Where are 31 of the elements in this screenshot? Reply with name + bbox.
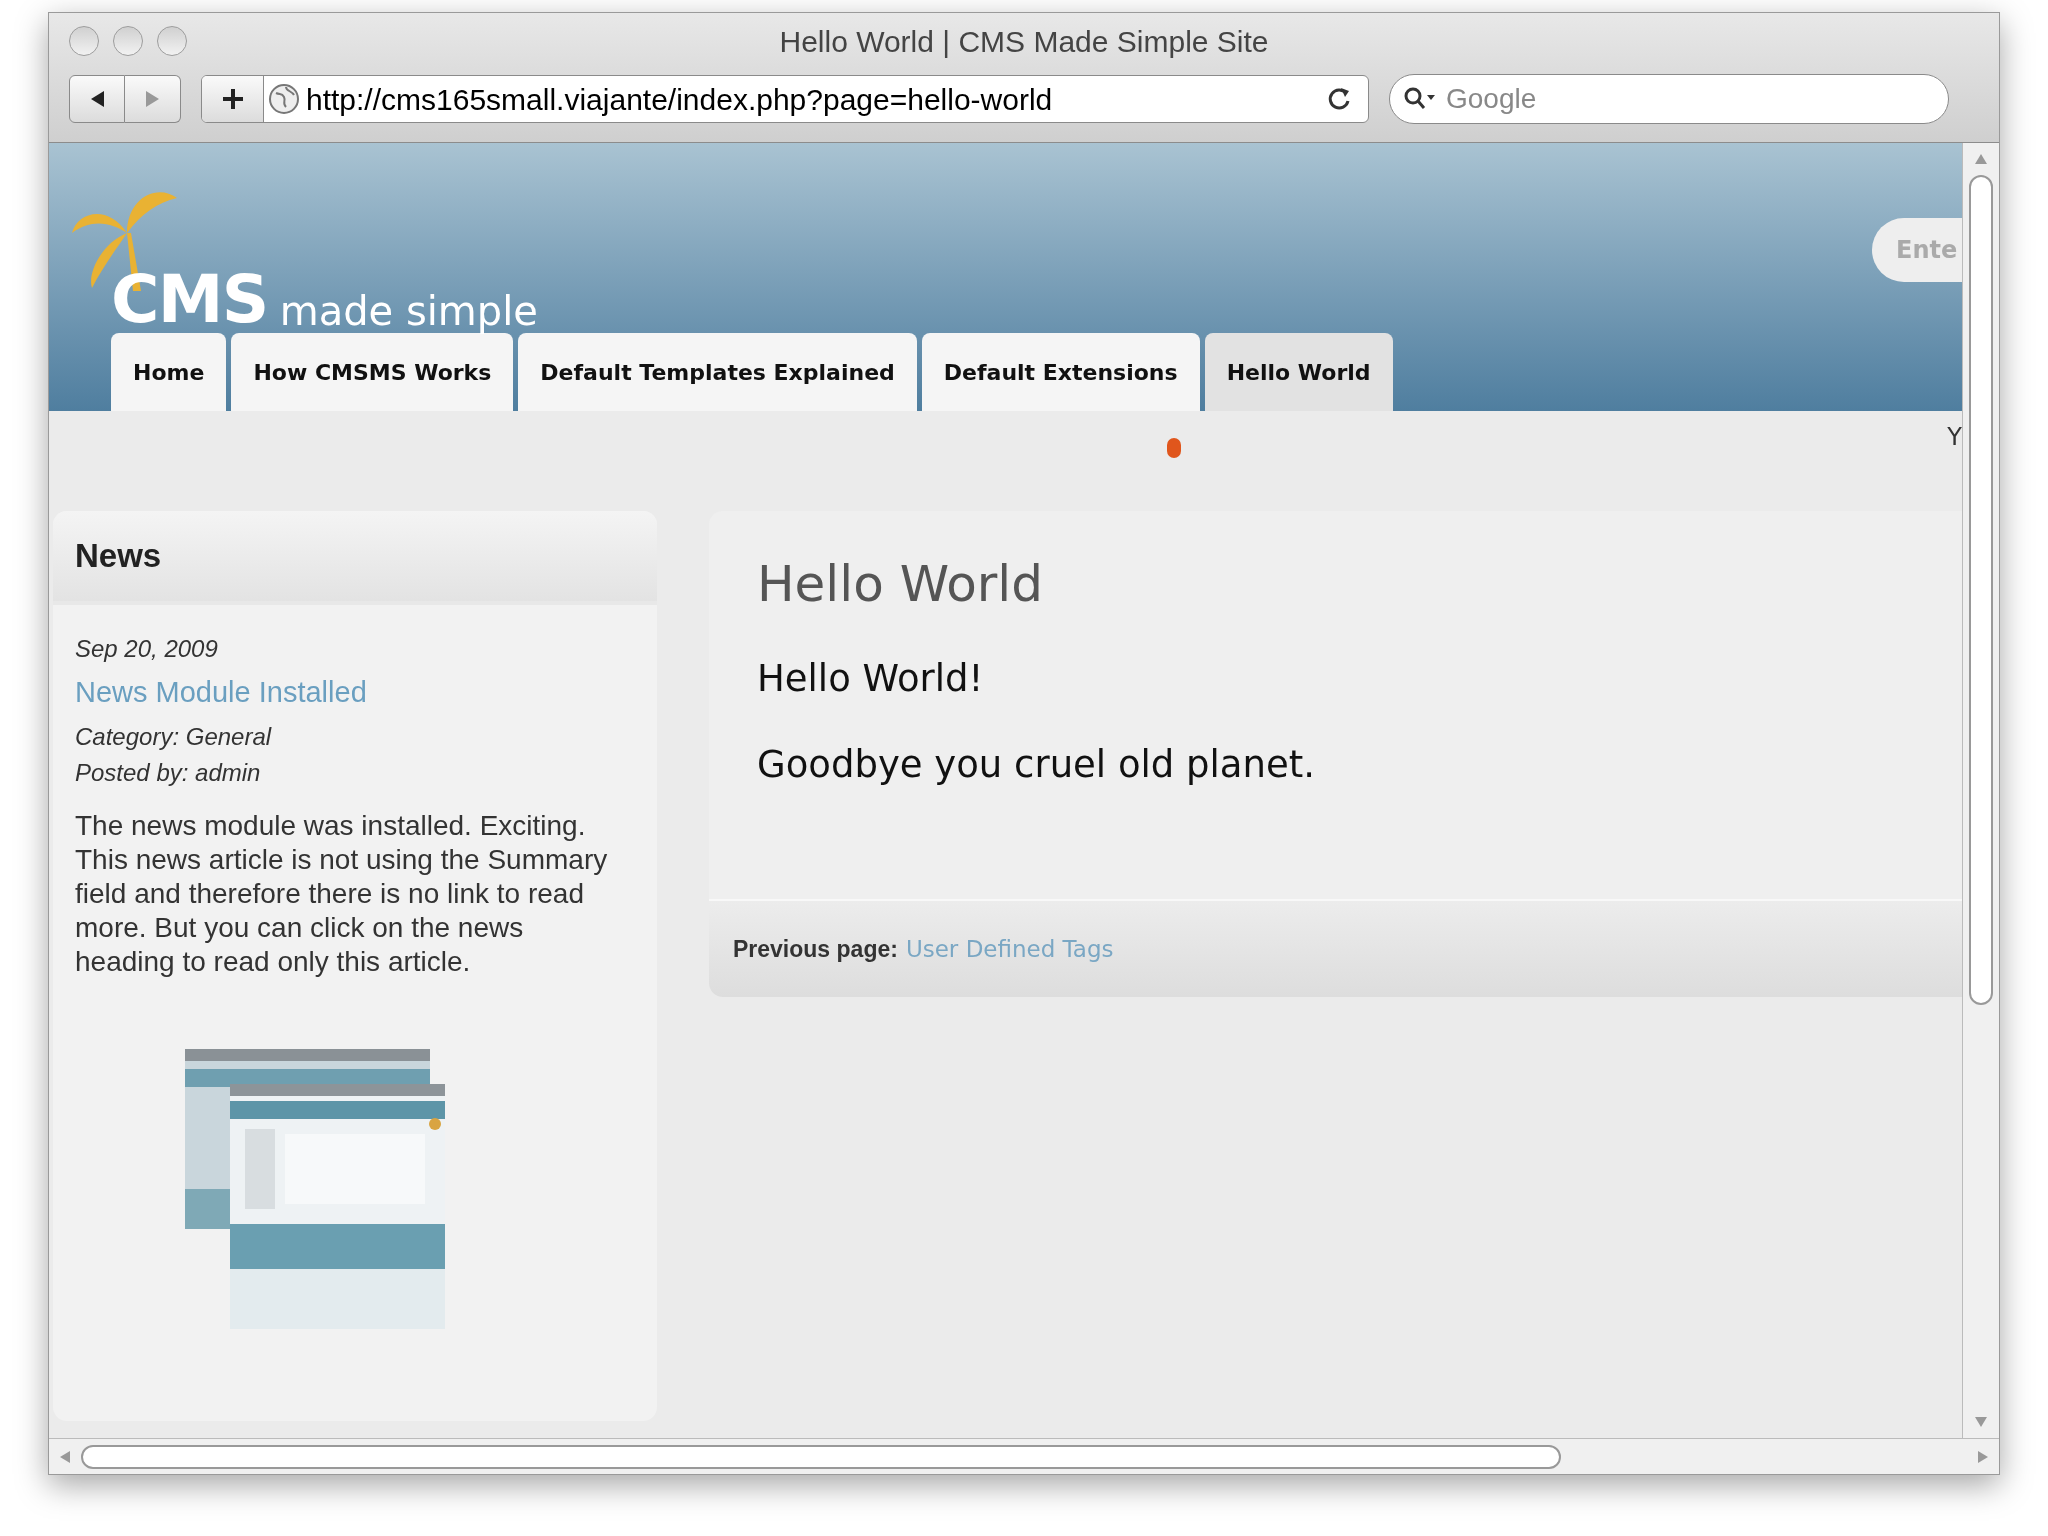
- window-title: Hello World | CMS Made Simple Site: [779, 23, 1269, 60]
- horizontal-scrollbar[interactable]: [49, 1438, 1999, 1474]
- news-category: Category: General: [75, 721, 273, 752]
- edge-text: Y: [1947, 425, 1962, 449]
- back-button[interactable]: [69, 75, 125, 123]
- previous-page-label: Previous page:: [733, 934, 898, 964]
- content-paragraph: Hello World!: [757, 655, 985, 702]
- window-button[interactable]: [113, 26, 143, 56]
- scroll-left-icon: [59, 1449, 71, 1464]
- news-body: The news module was installed. Exciting. This news article is not using the Summary field and therefore there is no link to read more. But you can click on the news heading to read only this article.: [75, 808, 609, 979]
- news-author: Posted by: admin: [75, 757, 262, 788]
- scroll-thumb[interactable]: [81, 1444, 1561, 1469]
- nav-tab[interactable]: How CMSMS Works: [231, 333, 514, 411]
- nav-tab[interactable]: Default Templates Explained: [518, 333, 917, 411]
- search-icon: [1403, 86, 1437, 112]
- window-button[interactable]: [157, 26, 187, 56]
- window-button[interactable]: [69, 26, 99, 56]
- logo-mark: CMS: [111, 267, 268, 333]
- nav-tab[interactable]: Hello World: [1204, 333, 1393, 411]
- nav-tab[interactable]: Default Extensions: [921, 333, 1200, 411]
- news-heading: News: [75, 536, 162, 577]
- scroll-down-icon: [1974, 1416, 1988, 1428]
- news-date: Sep 20, 2009: [75, 634, 219, 664]
- scroll-right-icon: [1977, 1449, 1989, 1464]
- scroll-up-icon: [1974, 153, 1988, 165]
- search-field[interactable]: Google: [1389, 74, 1949, 124]
- scroll-thumb[interactable]: [1969, 175, 1993, 1005]
- page-heading: Hello World: [757, 554, 1044, 615]
- content-paragraph: Goodbye you cruel old planet.: [757, 741, 1316, 788]
- vertical-scrollbar[interactable]: [1962, 143, 1999, 1438]
- nav-tab[interactable]: Home: [111, 333, 227, 411]
